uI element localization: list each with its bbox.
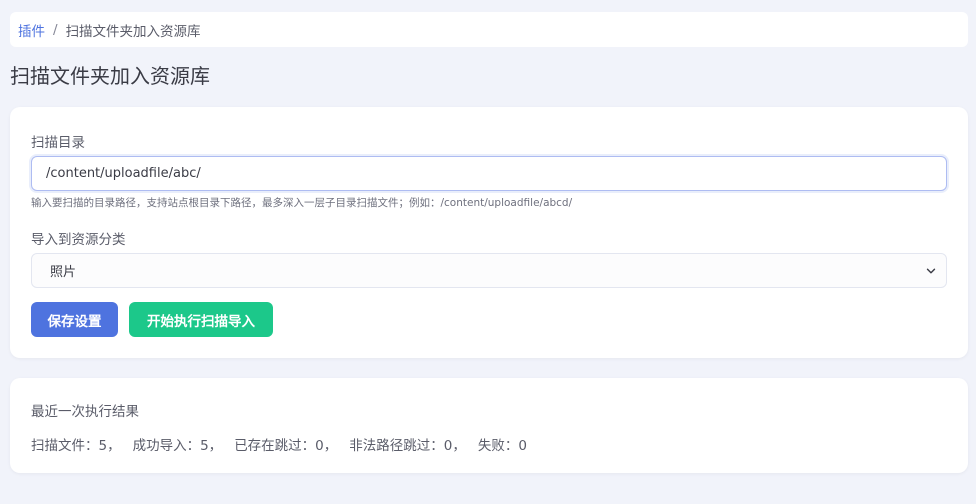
page-title: 扫描文件夹加入资源库	[10, 64, 210, 88]
result-title: 最近一次执行结果	[31, 404, 139, 420]
breadcrumb: 插件 / 扫描文件夹加入资源库	[10, 12, 968, 47]
result-card: 最近一次执行结果 扫描文件：5， 成功导入：5， 已存在跳过：0， 非法路径跳过…	[10, 378, 968, 473]
category-select-value: 照片	[50, 265, 77, 280]
stat-imported: 成功导入：5，	[132, 438, 223, 454]
result-stats: 扫描文件：5， 成功导入：5， 已存在跳过：0， 非法路径跳过：0， 失败：0	[31, 434, 539, 454]
scan-dir-label: 扫描目录	[31, 135, 85, 151]
scan-dir-input[interactable]	[31, 156, 947, 191]
category-label: 导入到资源分类	[31, 232, 126, 248]
chevron-down-icon	[926, 268, 936, 273]
stat-invalid-path-skipped: 非法路径跳过：0，	[349, 438, 466, 454]
stat-scanned-files: 扫描文件：5，	[31, 438, 121, 454]
breadcrumb-separator: /	[53, 21, 58, 38]
breadcrumb-link-plugins[interactable]: 插件	[18, 20, 45, 40]
category-select[interactable]: 照片	[31, 253, 947, 288]
stat-existing-skipped: 已存在跳过：0，	[234, 438, 338, 454]
stat-failed: 失败：0	[477, 438, 527, 454]
settings-card: 扫描目录 输入要扫描的目录路径，支持站点根目录下路径，最多深入一层子目录扫描文件…	[10, 107, 968, 358]
start-scan-import-button[interactable]: 开始执行扫描导入	[129, 302, 273, 337]
save-settings-button[interactable]: 保存设置	[31, 302, 118, 337]
scan-dir-help-text: 输入要扫描的目录路径，支持站点根目录下路径，最多深入一层子目录扫描文件；例如：/…	[31, 197, 573, 209]
breadcrumb-current: 扫描文件夹加入资源库	[65, 23, 201, 40]
